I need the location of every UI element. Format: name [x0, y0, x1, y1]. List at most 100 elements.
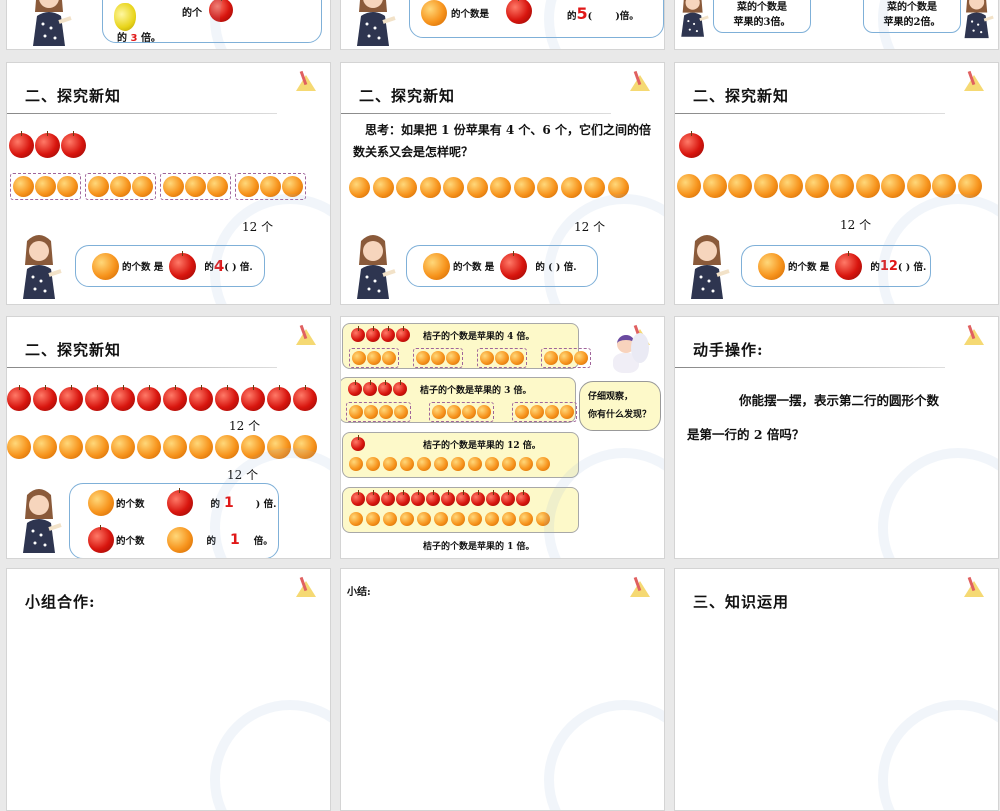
answer: 4 — [213, 257, 225, 275]
orange-icon — [241, 435, 265, 459]
orange-row — [349, 348, 605, 368]
apple-icon — [396, 326, 410, 342]
slide-thumbnail-8[interactable]: 桔子的个数是苹果的 4 倍。 桔子的个数是苹果的 3 倍。 桔子的个数是苹果的 12… — [340, 316, 665, 559]
bubble-text: ( ) 倍. — [897, 262, 927, 273]
divider — [341, 113, 611, 114]
bubble-line-2: 的个数 的 1 倍。 — [88, 524, 273, 553]
slide-thumbnail-5[interactable]: 二、探究新知 思考：如果把 1 份苹果有 4 个、6 个，它们之间的倍数关系又会… — [340, 62, 665, 305]
angel-illustration — [603, 329, 649, 377]
apple-icon — [679, 131, 704, 158]
slide-thumbnail-6[interactable]: 二、探究新知 12 个 的个数 是 的 12( ) 倍. — [674, 62, 999, 305]
slide-thumbnail-2[interactable]: 的个数是 的5( )倍。 — [340, 0, 665, 50]
apple-icon — [166, 487, 193, 516]
speech-bubble: 的个数 是 的 4( ) 倍. — [75, 245, 265, 287]
divider — [675, 367, 945, 368]
ruler-logo-icon — [628, 577, 650, 599]
speech-bubble-right: 菜的个数是苹果的2倍。 — [863, 0, 961, 33]
answer: 1 — [230, 531, 240, 548]
bubble-text: 的个数 是 — [788, 262, 830, 273]
apple-icon — [486, 490, 500, 506]
orange-icon — [267, 435, 291, 459]
orange-icon — [394, 405, 408, 419]
comparison-box: 桔子的个数是苹果的 4 倍。 — [342, 323, 591, 369]
orange-icon — [137, 435, 161, 459]
orange-row — [346, 402, 595, 422]
slide-thumbnail-10[interactable]: 小组合作: — [6, 568, 331, 811]
question-text: 思考：如果把 1 份苹果有 4 个、6 个，它们之间的倍数关系又会是怎样呢？ — [353, 123, 651, 159]
bubble-text: 的个数 是 — [122, 262, 164, 273]
orange-icon — [88, 489, 114, 516]
bubble-line: 菜的个数是 — [887, 2, 937, 13]
orange-icon — [485, 512, 499, 526]
orange-icon — [383, 457, 397, 471]
orange-groups-row — [10, 173, 310, 200]
apple-icon — [137, 385, 161, 411]
orange-icon — [881, 174, 905, 198]
slide-title: 二、探究新知 — [25, 87, 122, 105]
apple-row — [351, 490, 530, 506]
slide-thumbnail-11[interactable]: 小结: — [340, 568, 665, 811]
orange-icon — [451, 512, 465, 526]
girl-illustration — [960, 0, 994, 49]
apple-icon — [441, 490, 455, 506]
apple-icon — [7, 385, 31, 411]
fruit-group — [349, 348, 399, 368]
orange-icon — [7, 435, 31, 459]
orange-icon — [372, 177, 394, 198]
orange-icon — [421, 0, 447, 26]
girl-illustration — [351, 231, 396, 303]
bubble-text: 的 — [206, 535, 217, 547]
orange-icon — [59, 435, 83, 459]
orange-icon — [349, 177, 370, 198]
orange-row — [677, 174, 982, 198]
slide-thumbnail-12[interactable]: 三、知识运用 — [674, 568, 999, 811]
divider — [7, 367, 277, 368]
caption: 桔子的个数是苹果的 1 倍。 — [423, 542, 535, 552]
speech-bubble-left: 菜的个数是 苹果的3倍。 — [713, 0, 811, 33]
slide-thumbnail-4[interactable]: 二、探究新知 12 个 的个数 是 的 4( ) 倍. — [6, 62, 331, 305]
apple-row — [351, 435, 365, 451]
orange-icon — [468, 512, 482, 526]
orange-icon — [728, 174, 752, 198]
orange-icon — [804, 174, 829, 198]
orange-icon — [537, 177, 558, 198]
slide-thumbnail-7[interactable]: 二、探究新知 12 个 12 个 的个数 的 1) 倍. 的个数 的 1 倍。 — [6, 316, 331, 559]
orange-icon — [207, 176, 228, 197]
bubble-text: ( ) 倍. — [224, 262, 253, 273]
orange-icon — [417, 457, 431, 471]
orange-icon — [423, 252, 450, 280]
orange-icon — [447, 405, 461, 419]
orange-icon — [293, 435, 317, 459]
apple-icon — [9, 131, 34, 158]
slide-thumbnail-3[interactable]: 菜的个数是 苹果的3倍。 菜的个数是苹果的2倍。 — [674, 0, 999, 50]
bubble-line-1: 的个数 的 1) 倍. — [88, 487, 276, 516]
apple-icon — [351, 326, 365, 342]
apple-row — [348, 380, 407, 396]
bubble-text: 的 ( ) 倍. — [535, 262, 577, 273]
apple-icon — [471, 490, 485, 506]
orange-row — [349, 457, 550, 471]
orange-icon — [490, 177, 511, 198]
bubble-line: 苹果的2倍。 — [883, 17, 941, 28]
orange-icon — [85, 435, 109, 459]
orange-icon — [349, 405, 363, 419]
girl-illustration — [27, 0, 72, 49]
orange-icon — [758, 252, 785, 280]
slide-title: 小组合作: — [25, 593, 96, 611]
orange-icon — [432, 405, 446, 419]
apple-icon — [835, 250, 863, 280]
apple-icon — [351, 490, 365, 506]
orange-icon — [163, 176, 184, 197]
slide-thumbnail-1[interactable]: 的个 的 3 倍。 — [6, 0, 331, 50]
apple-row — [7, 385, 317, 411]
slide-thumbnail-9[interactable]: 动手操作: 你能摆一摆，表示第二行的圆形个数 是第一行的 2 倍吗？ — [674, 316, 999, 559]
count-label: 12 个 — [574, 220, 606, 234]
orange-icon — [366, 457, 380, 471]
apple-icon — [363, 380, 377, 396]
orange-icon — [513, 177, 535, 198]
orange-icon — [477, 405, 491, 419]
apple-icon — [169, 250, 197, 280]
bubble-text: 倍。 — [253, 535, 273, 547]
slide-title: 二、探究新知 — [25, 341, 122, 359]
comparison-box: 桔子的个数是苹果的 3 倍。 — [341, 377, 577, 423]
